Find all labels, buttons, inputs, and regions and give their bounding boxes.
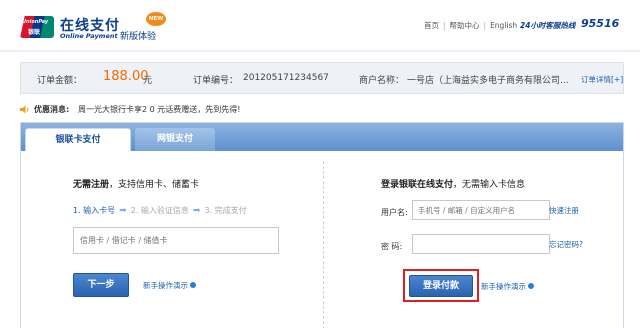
login-pay-button[interactable]: 登录付款 <box>409 275 473 297</box>
step-2: 2. 输入验证信息 <box>130 206 189 215</box>
username-label: 用户名: <box>381 208 408 217</box>
play-icon <box>528 283 534 289</box>
promo-text[interactable]: 周一光大银行卡享2 0 元话费赠送，先到先得! <box>78 104 240 115</box>
home-link[interactable]: 首页 <box>424 21 439 30</box>
pay-steps: 1. 输入卡号 ➡ 2. 输入验证信息 ➡ 3. 完成支付 <box>73 205 247 216</box>
merchant-name: 一号店（上海益实多电子商务有限公司... <box>407 76 569 86</box>
logo-text-en: UnionPay <box>22 19 49 25</box>
logo-text-cn: 银联 <box>28 29 41 36</box>
order-detail-link[interactable]: 订单详情[+] <box>581 74 623 85</box>
step-arrow-icon: ➡ <box>119 206 127 216</box>
order-amount: 188.00 <box>103 69 149 84</box>
help-center-link[interactable]: 帮助中心 <box>450 21 480 30</box>
order-summary-bar: 订单金额： 188.00 元 订单编号： 201205171234567 商户名… <box>20 62 624 94</box>
top-links: 首页 | 帮助中心 | English | <box>424 21 524 30</box>
new-badge: NEW <box>146 12 166 26</box>
speaker-icon <box>20 105 29 114</box>
english-link[interactable]: English <box>490 21 517 30</box>
brand-subtitle: Online Payment <box>60 32 118 40</box>
step-arrow-icon: ➡ <box>192 206 201 216</box>
header-divider <box>0 50 640 52</box>
promo-label: 优惠消息: <box>34 105 70 114</box>
login-pay-title: 登录银联在线支付，无需输入卡信息 <box>381 180 526 190</box>
new-version-link[interactable]: 新版体验 <box>120 29 156 42</box>
payment-panel: 银联卡支付 网银支付 无需注册，支持信用卡、储蓄卡 1. 输入卡号 ➡ 2. 输入验… <box>20 122 624 328</box>
unionpay-logo[interactable]: UnionPay 银联 <box>20 16 54 38</box>
amount-label: 订单金额： <box>37 76 83 86</box>
card-number-input[interactable] <box>73 227 279 254</box>
username-input[interactable] <box>412 200 550 220</box>
forgot-password-link[interactable]: 忘记密码? <box>549 239 583 250</box>
right-demo-link[interactable]: 新手操作演示 <box>481 281 534 292</box>
tab-online-banking[interactable]: 网银支付 <box>135 128 215 151</box>
order-number: 201205171234567 <box>243 73 329 83</box>
column-divider <box>323 161 324 328</box>
merchant-label: 商户名称： <box>359 76 405 86</box>
password-input[interactable] <box>412 234 550 254</box>
quick-register-link[interactable]: 快速注册 <box>549 205 579 216</box>
next-step-button[interactable]: 下一步 <box>73 273 129 297</box>
password-label: 密 码: <box>381 242 403 251</box>
step-1: 1. 输入卡号 <box>73 206 116 215</box>
order-number-label: 订单编号： <box>193 76 239 86</box>
hotline-number: 95516 <box>581 17 620 30</box>
amount-unit: 元 <box>143 76 153 86</box>
header: UnionPay 银联 在线支付 Online Payment NEW 新版体验… <box>0 0 640 50</box>
tab-unionpay-card[interactable]: 银联卡支付 <box>25 128 131 151</box>
card-pay-title: 无需注册，支持信用卡、储蓄卡 <box>73 180 200 190</box>
payment-tabs: 银联卡支付 网银支付 <box>21 123 623 151</box>
step-3: 3. 完成支付 <box>204 206 247 215</box>
play-icon <box>190 282 196 288</box>
left-demo-link[interactable]: 新手操作演示 <box>143 280 196 291</box>
hotline-label: 24小时客服热线 <box>520 21 576 30</box>
